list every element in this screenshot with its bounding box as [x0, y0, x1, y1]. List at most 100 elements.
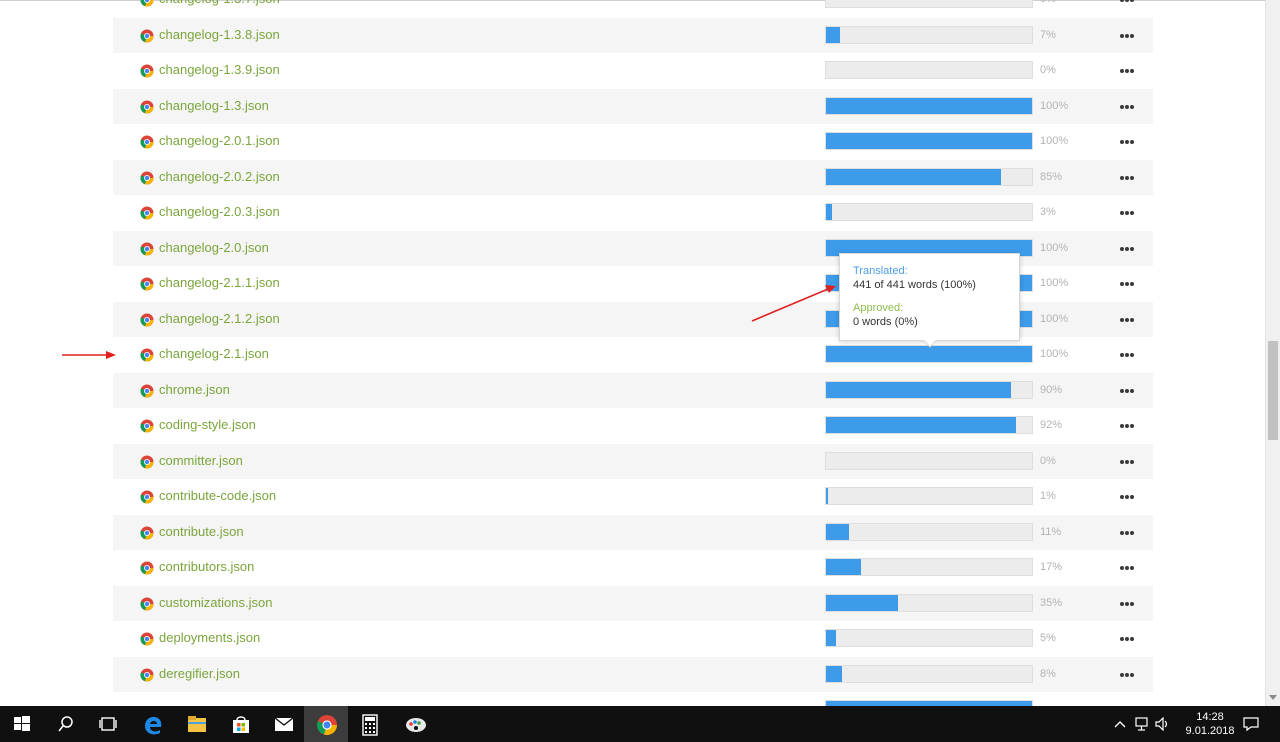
file-name-link[interactable]: changelog-2.0.3.json	[159, 204, 280, 219]
more-options-icon[interactable]	[1117, 450, 1137, 472]
file-name-link[interactable]: deregifier.json	[159, 666, 240, 681]
file-name-link[interactable]: changelog-2.0.2.json	[159, 169, 280, 184]
chrome-file-icon	[140, 0, 154, 7]
progress-percent: 100%	[1040, 277, 1069, 289]
more-options-icon[interactable]	[1117, 343, 1137, 365]
file-name-link[interactable]: chrome.json	[159, 382, 230, 397]
more-options-icon[interactable]	[1117, 201, 1137, 223]
scroll-down-arrow-icon[interactable]	[1269, 695, 1277, 700]
chrome-file-icon	[140, 490, 154, 504]
file-name-link[interactable]: changelog-2.0.json	[159, 240, 269, 255]
file-row[interactable]: changelog-1.3.json 100%	[113, 88, 1153, 124]
mail-icon	[274, 717, 294, 731]
more-options-icon[interactable]	[1117, 166, 1137, 188]
start-icon	[14, 716, 30, 731]
more-options-icon[interactable]	[1117, 414, 1137, 436]
more-options-icon[interactable]	[1117, 308, 1137, 330]
search-button[interactable]	[44, 706, 88, 742]
more-options-icon[interactable]	[1117, 59, 1137, 81]
more-options-icon[interactable]	[1117, 0, 1137, 10]
vertical-scrollbar[interactable]	[1265, 0, 1280, 706]
file-row[interactable]: contributors.json 17%	[113, 550, 1153, 586]
file-row[interactable]: changelog-2.0.2.json 85%	[113, 159, 1153, 195]
task-view-button[interactable]	[86, 706, 130, 742]
volume-icon[interactable]	[1155, 717, 1171, 731]
more-options-icon[interactable]	[1117, 272, 1137, 294]
file-name-link[interactable]: contribute.json	[159, 524, 244, 539]
file-row[interactable]: chrome.json 90%	[113, 372, 1153, 408]
more-options-icon[interactable]	[1117, 237, 1137, 259]
task-view-icon	[99, 717, 117, 731]
more-options-icon[interactable]	[1117, 627, 1137, 649]
progress-percent: 35%	[1040, 596, 1063, 609]
file-row[interactable]: deployments.json 5%	[113, 621, 1153, 657]
file-name-link[interactable]: changelog-2.1.1.json	[159, 275, 280, 290]
progress-percent: 92%	[1040, 419, 1063, 431]
progress-fill	[826, 630, 837, 646]
more-options-icon[interactable]	[1117, 24, 1137, 46]
progress-bar	[825, 416, 1033, 434]
more-options-icon[interactable]	[1117, 556, 1137, 578]
network-icon[interactable]	[1134, 717, 1150, 731]
file-row[interactable]: contribute-code.json 1%	[113, 479, 1153, 515]
action-center-icon[interactable]	[1243, 716, 1259, 732]
file-row[interactable]: changelog-1.3.7.json 0%	[113, 0, 1153, 18]
chrome-file-icon	[140, 632, 154, 646]
edge-taskbar-button[interactable]	[130, 706, 174, 742]
file-row[interactable]: deregifier.json 8%	[113, 656, 1153, 692]
chrome-file-icon	[140, 29, 154, 43]
file-name-link[interactable]: changelog-1.3.9.json	[159, 62, 280, 77]
file-row[interactable]: coding-style.json 92%	[113, 408, 1153, 444]
more-options-icon[interactable]	[1117, 663, 1137, 685]
show-hidden-icons-icon[interactable]	[1114, 719, 1126, 729]
more-options-icon[interactable]	[1117, 379, 1137, 401]
file-name-link[interactable]: contribute-code.json	[159, 488, 276, 503]
file-row[interactable]: changelog-1.3.9.json 0%	[113, 53, 1153, 89]
more-options-icon[interactable]	[1117, 592, 1137, 614]
file-row[interactable]: committer.json 0%	[113, 443, 1153, 479]
progress-bar	[825, 451, 1033, 470]
scrollbar-thumb[interactable]	[1268, 341, 1278, 440]
file-name-link[interactable]: committer.json	[159, 453, 243, 468]
more-options-icon[interactable]	[1117, 130, 1137, 152]
file-name-link[interactable]: contributors.json	[159, 559, 254, 574]
progress-bar	[825, 96, 1033, 115]
file-row[interactable]: changelog-2.1.json 100%	[113, 337, 1153, 373]
file-row[interactable]: customizations.json 35%	[113, 585, 1153, 621]
paint-taskbar-button[interactable]	[392, 706, 436, 742]
progress-percent: 1%	[1040, 490, 1056, 502]
file-name-link[interactable]: changelog-1.3.json	[159, 98, 269, 113]
file-name-link[interactable]: changelog-1.3.8.json	[159, 27, 280, 42]
progress-percent: 90%	[1040, 383, 1063, 396]
chrome-taskbar-button[interactable]	[304, 706, 348, 742]
file-name-link[interactable]: changelog-1.3.7.json	[159, 0, 280, 6]
system-clock[interactable]: 14:28 9.01.2018	[1180, 710, 1240, 738]
file-name-link[interactable]: deployments.json	[159, 630, 260, 645]
file-name-link[interactable]: changelog-2.1.json	[159, 346, 269, 361]
file-row[interactable]: changelog-1.3.8.json 7%	[113, 17, 1153, 53]
more-options-icon[interactable]	[1117, 485, 1137, 507]
more-options-icon[interactable]	[1117, 95, 1137, 117]
file-name-link[interactable]: customizations.json	[159, 595, 272, 610]
chrome-file-icon	[140, 597, 154, 611]
clock-time: 14:28	[1196, 711, 1224, 723]
store-taskbar-button[interactable]	[218, 706, 262, 742]
file-name-link[interactable]: coding-style.json	[159, 417, 256, 432]
file-row[interactable]	[113, 692, 1153, 706]
file-explorer-icon	[188, 716, 206, 732]
chrome-file-icon	[140, 526, 154, 540]
file-name-link[interactable]: changelog-2.0.1.json	[159, 133, 280, 148]
progress-fill	[826, 168, 1002, 185]
progress-percent: 100%	[1040, 135, 1069, 147]
mail-taskbar-button[interactable]	[261, 706, 305, 742]
more-options-icon[interactable]	[1117, 521, 1137, 543]
file-row[interactable]: changelog-2.0.3.json 3%	[113, 195, 1153, 231]
store-icon	[233, 716, 249, 733]
calculator-taskbar-button[interactable]	[348, 706, 392, 742]
file-row[interactable]: contribute.json 11%	[113, 514, 1153, 550]
start-button[interactable]	[0, 706, 44, 742]
file-name-link[interactable]: changelog-2.1.2.json	[159, 311, 280, 326]
explorer-taskbar-button[interactable]	[174, 706, 218, 742]
file-row[interactable]: changelog-2.0.1.json 100%	[113, 124, 1153, 160]
chrome-file-icon	[140, 668, 154, 682]
